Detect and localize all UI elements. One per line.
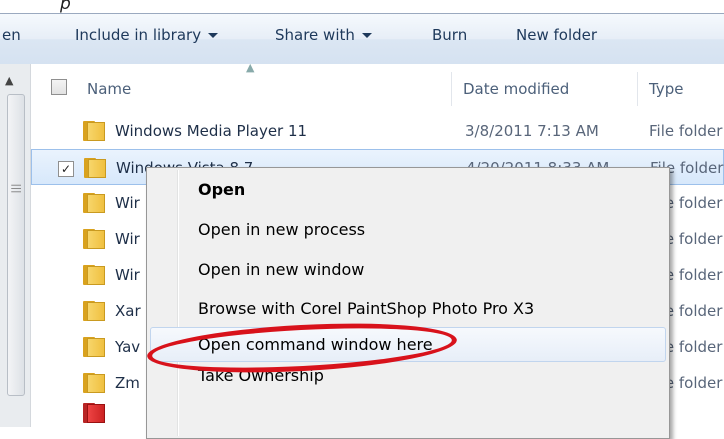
column-header-row: ▲ Name Date modified Type (31, 61, 724, 114)
context-menu-open[interactable]: Open (198, 180, 245, 199)
caption-text: p (60, 0, 71, 14)
include-in-library-label: Include in library (75, 26, 202, 44)
folder-icon (83, 301, 105, 321)
column-header-name[interactable]: Name (87, 80, 131, 98)
scrollbar-thumb[interactable]: ||| (7, 94, 25, 396)
file-name: Windows Media Player 11 (115, 122, 308, 140)
file-name: Xar (115, 302, 141, 320)
sort-ascending-icon: ▲ (246, 61, 255, 74)
file-type: File folder (649, 122, 723, 140)
document-icon (83, 403, 105, 423)
file-name: Wir (115, 230, 140, 248)
file-name: Yav (115, 338, 141, 356)
dropdown-arrow-icon (208, 33, 219, 38)
file-date-modified: 3/8/2011 7:13 AM (465, 122, 599, 140)
folder-icon (83, 265, 105, 285)
row-checkbox-checked[interactable]: ✓ (58, 161, 74, 177)
context-menu: Open Open in new process Open in new win… (146, 167, 670, 439)
toolbar-open-button[interactable]: en (2, 26, 21, 44)
select-all-checkbox[interactable] (51, 79, 67, 95)
file-row[interactable]: Windows Media Player 11 3/8/2011 7:13 AM… (31, 113, 724, 149)
share-with-button[interactable]: Share with (275, 26, 372, 44)
folder-icon (83, 337, 105, 357)
scroll-up-arrow-icon[interactable]: ▲ (5, 74, 13, 87)
context-menu-open-in-new-window[interactable]: Open in new window (198, 260, 364, 279)
navigation-pane-scrollbar[interactable]: ▲ ||| (0, 64, 31, 427)
command-toolbar: en Include in library Share with Burn Ne… (0, 13, 724, 65)
column-header-type[interactable]: Type (649, 80, 683, 98)
context-menu-open-in-new-process[interactable]: Open in new process (198, 220, 365, 239)
folder-icon (83, 121, 105, 141)
context-menu-browse-with-paintshop[interactable]: Browse with Corel PaintShop Photo Pro X3 (198, 299, 534, 318)
folder-icon (83, 229, 105, 249)
share-with-label: Share with (275, 26, 355, 44)
file-name: Wir (115, 266, 140, 284)
column-divider[interactable] (451, 72, 452, 106)
burn-button[interactable]: Burn (432, 26, 467, 44)
folder-icon (83, 193, 105, 213)
dropdown-arrow-icon (361, 33, 372, 38)
column-header-date-modified[interactable]: Date modified (463, 80, 569, 98)
include-in-library-button[interactable]: Include in library (75, 26, 219, 44)
folder-icon (84, 158, 106, 178)
file-name: Zm (115, 374, 140, 392)
grip-icon: ||| (10, 183, 22, 194)
file-name: Wir (115, 194, 140, 212)
folder-icon (83, 373, 105, 393)
column-divider[interactable] (637, 72, 638, 106)
new-folder-button[interactable]: New folder (516, 26, 597, 44)
